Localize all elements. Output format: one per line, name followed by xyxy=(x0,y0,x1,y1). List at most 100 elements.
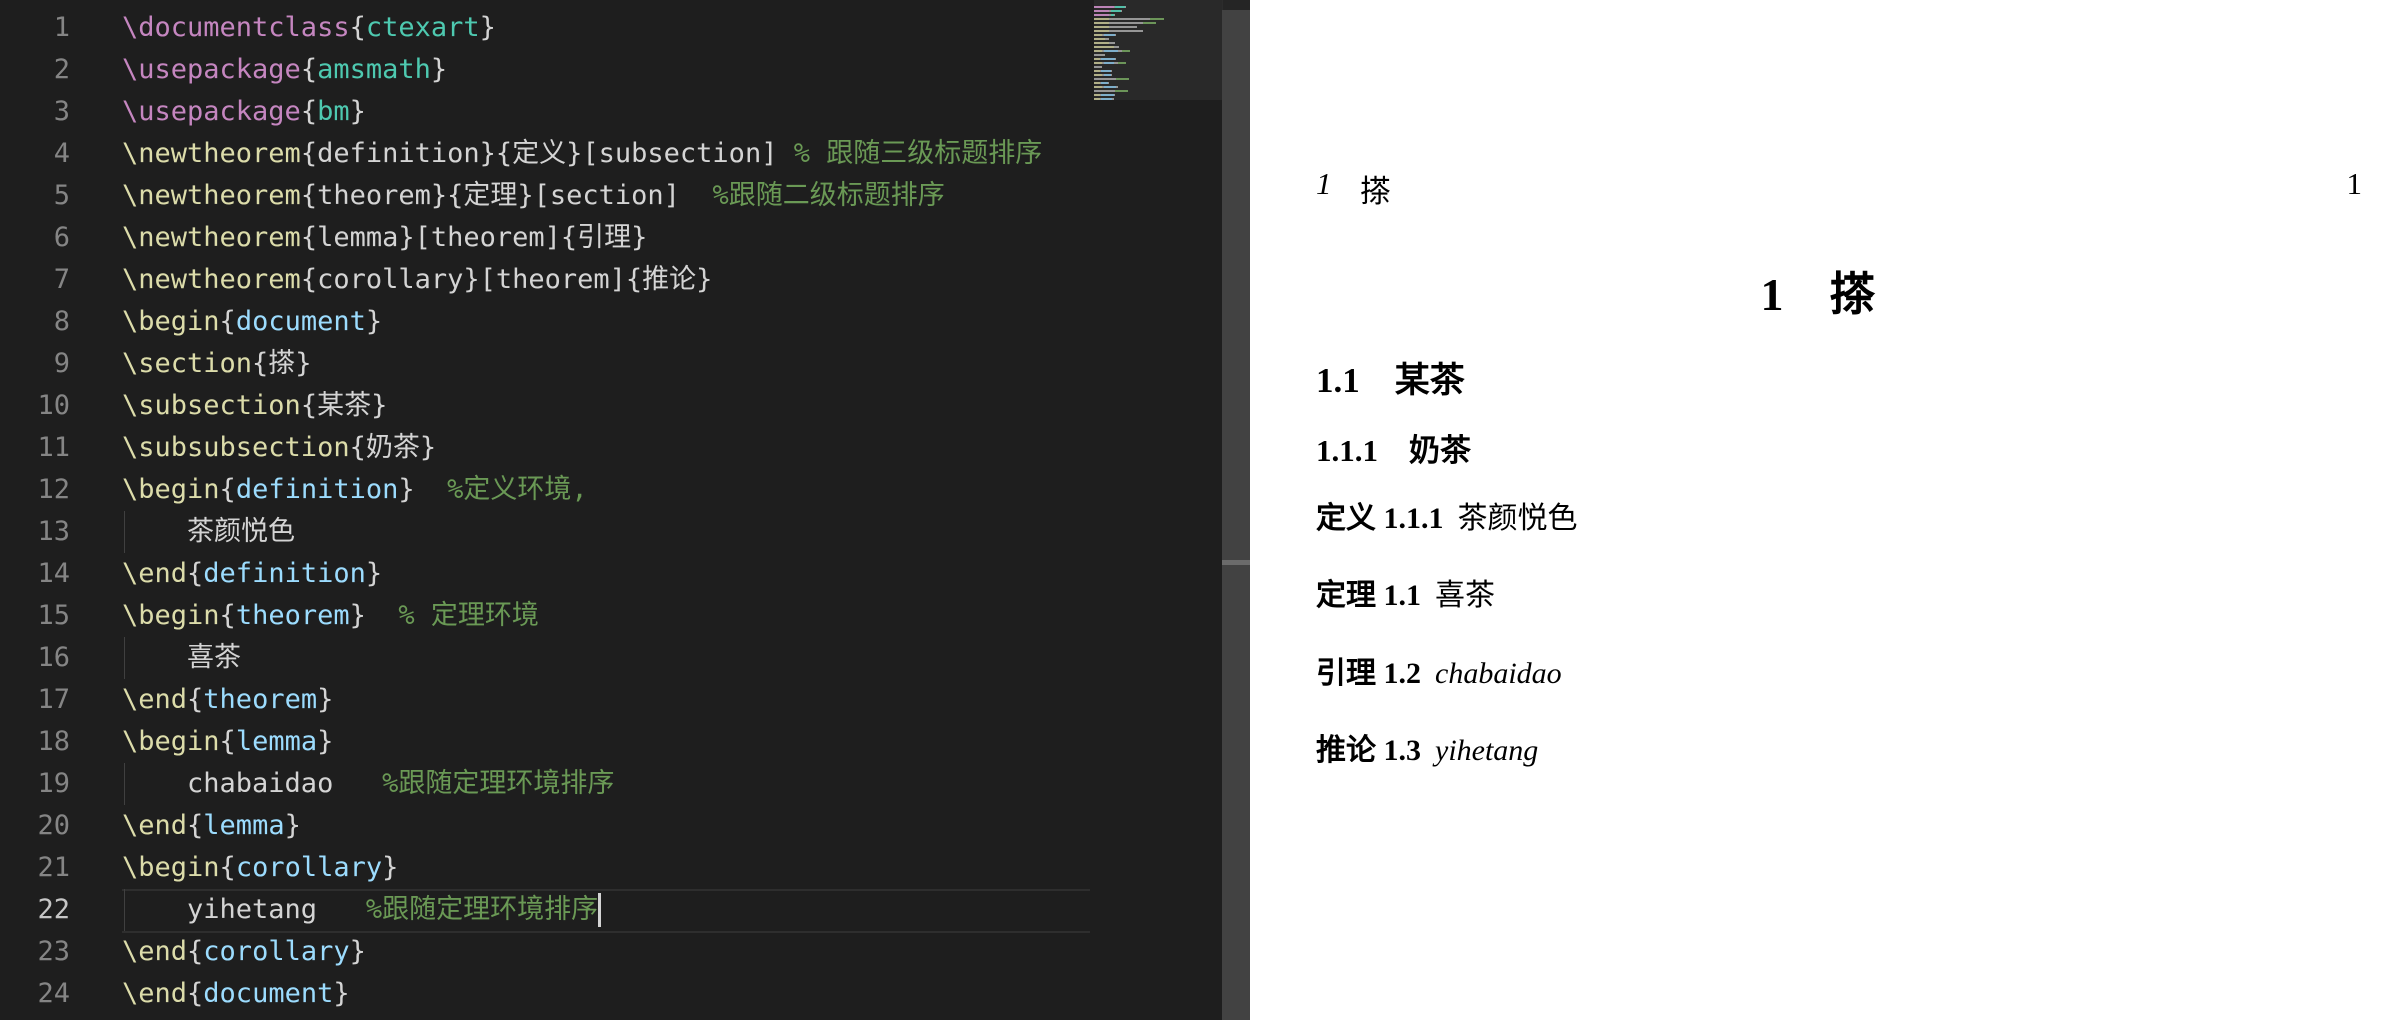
code-token: \newtheorem xyxy=(122,180,301,211)
line-number: 8 xyxy=(53,306,70,337)
code-line[interactable]: \end{corollary} xyxy=(122,931,366,973)
code-token: {奶茶} xyxy=(349,432,437,463)
lemma-label: 引理 1.2 xyxy=(1316,657,1421,690)
code-token: document xyxy=(235,306,366,337)
code-token: } xyxy=(333,978,350,1009)
code-line[interactable]: yihetang %跟随定理环境排序 xyxy=(122,889,598,931)
code-token: document xyxy=(203,978,334,1009)
code-token: { xyxy=(219,600,236,631)
code-token: { xyxy=(187,978,204,1009)
code-line[interactable]: \begin{lemma} xyxy=(122,721,333,763)
theorem-block: 定理 1.1 喜茶 xyxy=(1316,570,1495,614)
code-token: \end xyxy=(122,810,188,841)
indent-guide xyxy=(124,511,125,553)
code-token: \begin xyxy=(122,306,220,337)
indent-guide xyxy=(124,637,125,679)
code-line[interactable]: \section{搽} xyxy=(122,343,312,385)
code-line[interactable]: \end{theorem} xyxy=(122,679,333,721)
code-token: % 定理环境 xyxy=(398,600,539,631)
code-line[interactable]: \end{definition} xyxy=(122,553,382,595)
code-token: \newtheorem xyxy=(122,138,301,169)
code-token: ctexart xyxy=(365,12,480,43)
section-heading: 1 搽 xyxy=(1760,269,1876,320)
code-token: {搽} xyxy=(252,348,312,379)
indent-guide xyxy=(124,889,125,931)
vertical-scrollbar-thumb[interactable] xyxy=(1222,10,1250,1020)
line-number: 11 xyxy=(37,432,70,463)
code-token: } xyxy=(349,96,366,127)
code-token: } xyxy=(317,726,334,757)
line-number: 12 xyxy=(37,474,70,505)
text-cursor xyxy=(598,893,602,927)
line-number: 23 xyxy=(37,936,70,967)
code-token: \usepackage xyxy=(122,96,301,127)
code-token: } xyxy=(365,306,383,337)
code-line[interactable]: \begin{corollary} xyxy=(122,847,398,889)
code-token: {theorem}{定理}[section] xyxy=(300,180,713,211)
line-number: 4 xyxy=(53,138,70,169)
code-line[interactable]: \usepackage{amsmath} xyxy=(122,49,447,91)
line-number: 24 xyxy=(37,978,70,1009)
code-token: corollary xyxy=(235,852,383,883)
code-token: definition xyxy=(235,474,399,505)
indent-guide xyxy=(124,763,125,805)
code-line[interactable]: \begin{definition} %定义环境, xyxy=(122,469,588,511)
page-number: 1 xyxy=(2346,166,2363,201)
code-token: % 跟随三级标题排序 xyxy=(793,138,1043,169)
code-area[interactable]: \documentclass{ctexart} \usepackage{amsma… xyxy=(122,0,1090,1020)
code-token: \begin xyxy=(122,852,220,883)
latex-editor[interactable]: 1 2 3 4 5 6 7 8 9 10 11 12 13 14 15 16 17 18 19 20 21 22 23 24 … xyxy=(0,0,1251,1020)
code-token: lemma xyxy=(235,726,318,757)
code-token: \begin xyxy=(122,600,220,631)
line-number: 9 xyxy=(53,348,70,379)
code-token: { xyxy=(300,96,318,127)
code-token: %跟随定理环境排序 xyxy=(365,894,599,925)
code-token: definition xyxy=(203,558,366,589)
code-line[interactable]: \subsection{某茶} xyxy=(122,385,387,427)
code-token: 喜茶 xyxy=(122,642,242,673)
minimap-slider[interactable] xyxy=(1094,0,1222,100)
code-line[interactable]: \begin{document} xyxy=(122,301,382,343)
corollary-label: 推论 1.3 xyxy=(1316,734,1421,767)
corollary-block: 推论 1.3 yihetang xyxy=(1316,725,1538,769)
code-token: {corollary}[theorem]{推论} xyxy=(300,264,713,295)
running-header-number: 1 xyxy=(1316,166,1332,201)
code-line[interactable]: \newtheorem{corollary}[theorem]{推论} xyxy=(122,259,712,301)
code-line[interactable]: \end{lemma} xyxy=(122,805,301,847)
code-token: } xyxy=(365,558,383,589)
definition-label: 定义 1.1.1 xyxy=(1316,502,1444,535)
code-line[interactable]: 喜茶 xyxy=(122,637,241,679)
scrollbar-cursor-marker xyxy=(1222,560,1250,565)
code-token: { xyxy=(187,558,204,589)
code-token: bm xyxy=(317,96,350,127)
line-number: 2 xyxy=(53,54,70,85)
code-line[interactable]: \end{document} xyxy=(122,973,350,1015)
code-line[interactable]: \newtheorem{theorem}{定理}[section] %跟随二级标… xyxy=(122,175,945,217)
code-line[interactable]: \subsubsection{奶茶} xyxy=(122,427,436,469)
code-token: lemma xyxy=(203,810,285,841)
line-number-gutter: 1 2 3 4 5 6 7 8 9 10 11 12 13 14 15 16 17 18 19 20 21 22 23 24 xyxy=(0,0,100,1020)
subsection-heading: 1.1 某茶 xyxy=(1316,361,1465,400)
code-line[interactable]: \begin{theorem} % 定理环境 xyxy=(122,595,539,637)
code-token: %跟随定理环境排序 xyxy=(382,768,615,799)
code-token: } xyxy=(349,600,399,631)
code-line[interactable]: chabaidao %跟随定理环境排序 xyxy=(122,763,614,805)
code-token: {definition}{定义}[subsection] xyxy=(300,138,794,169)
code-token: } xyxy=(382,852,399,883)
code-line[interactable]: \newtheorem{definition}{定义}[subsection] … xyxy=(122,133,1042,175)
code-token: \subsection xyxy=(122,390,301,421)
code-line[interactable]: 茶颜悦色 xyxy=(122,511,295,553)
code-token: { xyxy=(187,684,204,715)
code-token: yihetang xyxy=(122,894,366,925)
code-token: %定义环境, xyxy=(447,474,588,505)
code-token: {lemma}[theorem]{引理} xyxy=(300,222,648,253)
line-number: 5 xyxy=(53,180,70,211)
code-line[interactable]: \documentclass{ctexart} xyxy=(122,7,496,49)
line-number: 7 xyxy=(53,264,70,295)
code-line[interactable]: \newtheorem{lemma}[theorem]{引理} xyxy=(122,217,647,259)
subsubsection-heading: 1.1.1 奶茶 xyxy=(1316,433,1471,468)
code-token: { xyxy=(219,726,236,757)
code-line[interactable]: \usepackage{bm} xyxy=(122,91,366,133)
code-token: chabaidao xyxy=(122,768,383,799)
pdf-preview[interactable]: 1 搽 1 1 搽 1.1 某茶 1.1.1 奶茶 定义 1.1.1 茶颜悦色 定… xyxy=(1250,0,2386,1020)
